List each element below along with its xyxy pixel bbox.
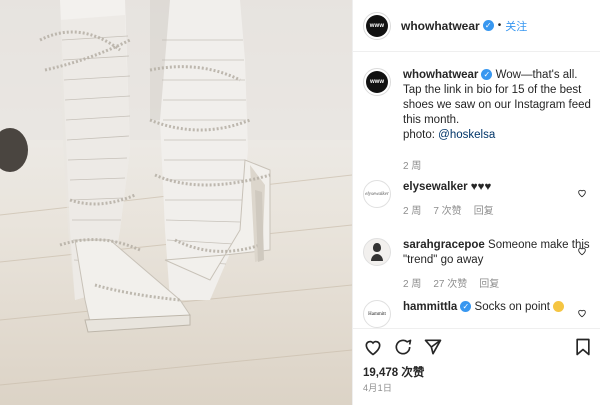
comment-item: sarahgracepoe Someone make this "trend" … xyxy=(363,238,591,292)
caption-avatar[interactable]: www xyxy=(363,68,391,96)
smiling-face-emoji xyxy=(553,301,565,313)
post-photo[interactable] xyxy=(0,0,352,405)
comment-age[interactable]: 2 周 xyxy=(403,206,421,217)
photo-credit-prefix: photo: xyxy=(403,129,439,141)
header-separator: • xyxy=(497,20,502,31)
commenter-avatar[interactable] xyxy=(363,238,391,266)
comment-item: Hammitt hammittla ✓ Socks on point xyxy=(363,300,591,328)
caption-username[interactable]: whowhatwear xyxy=(403,69,478,81)
author-username[interactable]: whowhatwear xyxy=(401,19,480,33)
caption-age[interactable]: 2 周 xyxy=(403,161,421,172)
commenter-username[interactable]: hammittla xyxy=(403,301,457,313)
comment-likes[interactable]: 7 次赞 xyxy=(433,206,461,217)
person-silhouette-icon xyxy=(371,243,383,261)
post-date[interactable]: 4月1日 xyxy=(363,381,392,394)
share-icon[interactable] xyxy=(423,337,443,357)
comment-heart-icon[interactable] xyxy=(577,188,587,198)
comment-likes[interactable]: 27 次赞 xyxy=(433,279,467,290)
shoes-photo xyxy=(0,0,352,386)
comment-text: ♥♥♥ xyxy=(467,181,492,193)
like-count[interactable]: 19,478 次赞 xyxy=(363,364,424,380)
comment-heart-icon[interactable] xyxy=(577,246,587,256)
verified-badge-icon: ✓ xyxy=(482,20,494,31)
comment-heart-icon[interactable] xyxy=(577,308,587,318)
caption: www whowhatwear ✓ Wow—that's all. Tap the… xyxy=(363,68,591,174)
comment-item: elysewalker elysewalker ♥♥♥ 2 周 7 次赞 回复 xyxy=(363,180,591,219)
comment-icon[interactable] xyxy=(393,337,413,357)
commenter-avatar[interactable]: elysewalker xyxy=(363,180,391,208)
author-avatar[interactable]: www xyxy=(363,11,391,40)
commenter-avatar[interactable]: Hammitt xyxy=(363,300,391,328)
comment-text: Socks on point xyxy=(471,301,554,313)
commenter-username[interactable]: elysewalker xyxy=(403,181,468,193)
comment-age[interactable]: 2 周 xyxy=(403,279,421,290)
commenter-username[interactable]: sarahgracepoe xyxy=(403,239,485,251)
photo-credit-link[interactable]: @hoskelsa xyxy=(438,129,495,141)
post-panel: www whowhatwear ✓ • 关注 www whowhatwear ✓ … xyxy=(352,0,600,405)
verified-badge-icon: ✓ xyxy=(460,301,472,313)
caption-avatar-logo: www xyxy=(366,71,388,93)
post-header: www whowhatwear ✓ • 关注 xyxy=(353,0,600,52)
reply-button[interactable]: 回复 xyxy=(479,279,499,290)
bookmark-icon[interactable] xyxy=(573,337,593,357)
avatar-logo-text: www xyxy=(366,14,388,37)
post-actions: 19,478 次赞 4月1日 xyxy=(353,328,600,405)
heart-icon[interactable] xyxy=(363,337,383,357)
comments-list[interactable]: www whowhatwear ✓ Wow—that's all. Tap the… xyxy=(353,60,600,328)
follow-button[interactable]: 关注 xyxy=(505,18,527,34)
reply-button[interactable]: 回复 xyxy=(474,206,494,217)
verified-badge-icon: ✓ xyxy=(481,69,493,81)
